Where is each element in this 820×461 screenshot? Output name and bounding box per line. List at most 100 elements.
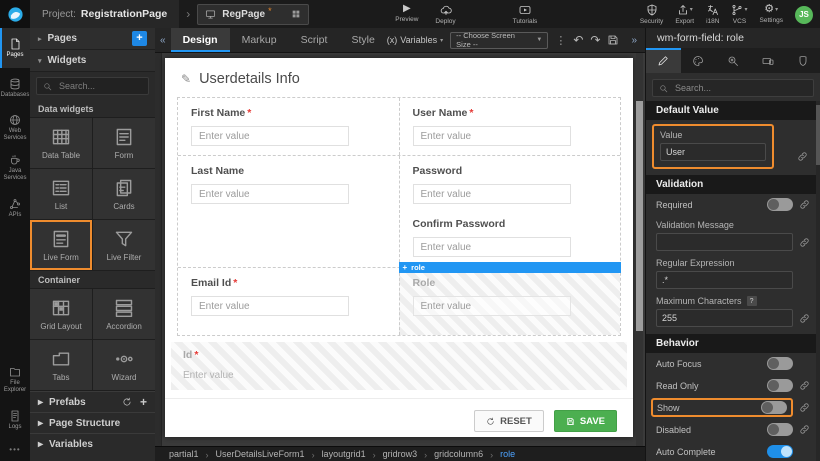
help-icon[interactable]: ? [747, 296, 757, 306]
redo-button[interactable]: ↷ [590, 34, 600, 46]
bind-show-button[interactable] [798, 402, 810, 414]
rail-more-button[interactable]: ••• [0, 440, 30, 461]
form-field-user-name[interactable]: User Name [399, 98, 621, 155]
breadcrumb-item[interactable]: UserDetailsLiveForm1 [216, 449, 305, 459]
canvas-scrollbar-thumb[interactable] [636, 101, 643, 331]
widget-tile-list[interactable]: List [30, 169, 92, 219]
refresh-icon[interactable] [122, 397, 132, 407]
selected-widget-bar[interactable]: + role [399, 262, 622, 273]
tab-events[interactable] [716, 48, 751, 73]
widget-tile-live-filter[interactable]: Live Filter [93, 220, 155, 270]
tab-script[interactable]: Script [289, 28, 340, 52]
auto-complete-toggle[interactable] [767, 445, 793, 458]
more-options-icon[interactable]: ⋮ [555, 34, 566, 47]
rail-item-databases[interactable]: Databases [0, 68, 30, 108]
form-field-email-id[interactable]: Email Id [178, 268, 399, 335]
widget-tile-live-form[interactable]: Live Form [30, 220, 92, 270]
widget-tile-wizard[interactable]: Wizard [93, 340, 155, 390]
preview-button[interactable]: ▶ Preview [395, 4, 418, 23]
deploy-button[interactable]: Deploy [435, 4, 455, 25]
widgets-section-header[interactable]: ▾ Widgets [30, 50, 155, 72]
widget-tile-form[interactable]: Form [93, 118, 155, 168]
prefabs-section-header[interactable]: ▸ Prefabs + [30, 391, 155, 412]
confirm-password-input[interactable] [413, 237, 571, 257]
first-name-input[interactable] [191, 126, 349, 146]
form-field-first-name[interactable]: First Name [178, 98, 399, 155]
tutorials-button[interactable]: Tutorials [513, 4, 538, 25]
form-field-passwords[interactable]: Password Confirm Password [399, 156, 621, 267]
inspector-scrollbar-track[interactable] [816, 101, 820, 461]
bind-read-only-button[interactable] [798, 380, 810, 392]
save-form-button[interactable]: SAVE [554, 410, 617, 432]
widget-tile-data-table[interactable]: Data Table [30, 118, 92, 168]
export-button[interactable]: ▾ Export [675, 4, 694, 25]
email-id-input[interactable] [191, 296, 349, 316]
page-tab-regpage[interactable]: RegPage * [197, 4, 309, 25]
widget-tile-cards[interactable]: Cards [93, 169, 155, 219]
form-field-last-name[interactable]: Last Name [178, 156, 399, 267]
vcs-button[interactable]: ▾ VCS [731, 4, 747, 25]
tab-design[interactable]: Design [171, 28, 230, 52]
settings-button[interactable]: ⚙▾ Settings [760, 4, 784, 24]
tab-markup[interactable]: Markup [230, 28, 289, 52]
show-toggle[interactable] [761, 401, 787, 414]
maximum-characters-input[interactable] [656, 309, 793, 327]
read-only-toggle[interactable] [767, 379, 793, 392]
collapse-right-panel-button[interactable]: » [626, 35, 642, 46]
undo-button[interactable]: ↶ [573, 34, 583, 46]
widget-tile-tabs[interactable]: Tabs [30, 340, 92, 390]
pages-section-header[interactable]: ▸ Pages + [30, 28, 155, 50]
bind-maximum-characters-button[interactable] [798, 312, 810, 324]
bind-validation-message-button[interactable] [798, 236, 810, 248]
i18n-button[interactable]: i18N [706, 4, 719, 25]
required-toggle[interactable] [767, 198, 793, 211]
tab-style[interactable]: Style [339, 28, 386, 52]
breadcrumb-item[interactable]: layoutgrid1 [322, 449, 366, 459]
auto-focus-toggle[interactable] [767, 357, 793, 370]
tab-devices[interactable] [750, 48, 785, 73]
rail-item-logs[interactable]: Logs [0, 400, 30, 440]
password-input[interactable] [413, 184, 571, 204]
form-field-id[interactable]: Id Enter value [171, 342, 627, 390]
rail-item-pages[interactable]: Pages [0, 28, 30, 68]
tab-properties[interactable] [646, 48, 681, 73]
widget-search[interactable] [36, 77, 149, 95]
breadcrumb-item[interactable]: gridcolumn6 [434, 449, 483, 459]
tab-security[interactable] [785, 48, 820, 73]
rail-item-file-explorer[interactable]: File Explorer [0, 360, 30, 400]
add-prefab-button[interactable]: + [140, 395, 147, 409]
rail-item-java-services[interactable]: Java Services [0, 148, 30, 188]
user-name-input[interactable] [413, 126, 571, 146]
rail-item-web-services[interactable]: Web Services [0, 108, 30, 148]
inspector-scrollbar-thumb[interactable] [816, 105, 820, 165]
save-icon[interactable] [607, 34, 619, 46]
add-page-button[interactable]: + [132, 31, 147, 46]
page-structure-section-header[interactable]: ▸ Page Structure [30, 412, 155, 433]
widget-search-input[interactable] [57, 80, 142, 92]
bind-required-button[interactable] [798, 199, 810, 211]
dashboard-grid-icon[interactable] [291, 9, 301, 19]
role-input[interactable] [413, 296, 571, 316]
widget-tile-grid-layout[interactable]: Grid Layout [30, 289, 92, 339]
last-name-input[interactable] [191, 184, 349, 204]
breadcrumb-item-current[interactable]: role [500, 449, 515, 459]
widget-tile-accordion[interactable]: Accordion [93, 289, 155, 339]
property-search-input[interactable] [673, 82, 807, 94]
bind-value-button[interactable] [796, 150, 808, 162]
form-field-role[interactable]: + role Role [399, 268, 621, 335]
bind-disabled-button[interactable] [798, 424, 810, 436]
screen-size-select[interactable]: -- Choose Screen Size -- ▼ [450, 32, 548, 49]
security-button[interactable]: Security [640, 4, 663, 25]
variables-dropdown[interactable]: (x) Variables ▾ [387, 35, 443, 45]
user-avatar[interactable]: JS [795, 6, 813, 24]
validation-message-input[interactable] [656, 233, 793, 251]
tab-styles[interactable] [681, 48, 716, 73]
collapse-left-panel-button[interactable]: « [155, 35, 171, 46]
breadcrumb-item[interactable]: gridrow3 [383, 449, 418, 459]
wavemaker-logo[interactable] [0, 0, 30, 28]
property-search[interactable] [652, 79, 814, 97]
value-input[interactable] [660, 143, 766, 161]
disabled-toggle[interactable] [767, 423, 793, 436]
rail-item-apis[interactable]: APIs [0, 188, 30, 228]
reset-button[interactable]: RESET [474, 410, 544, 432]
